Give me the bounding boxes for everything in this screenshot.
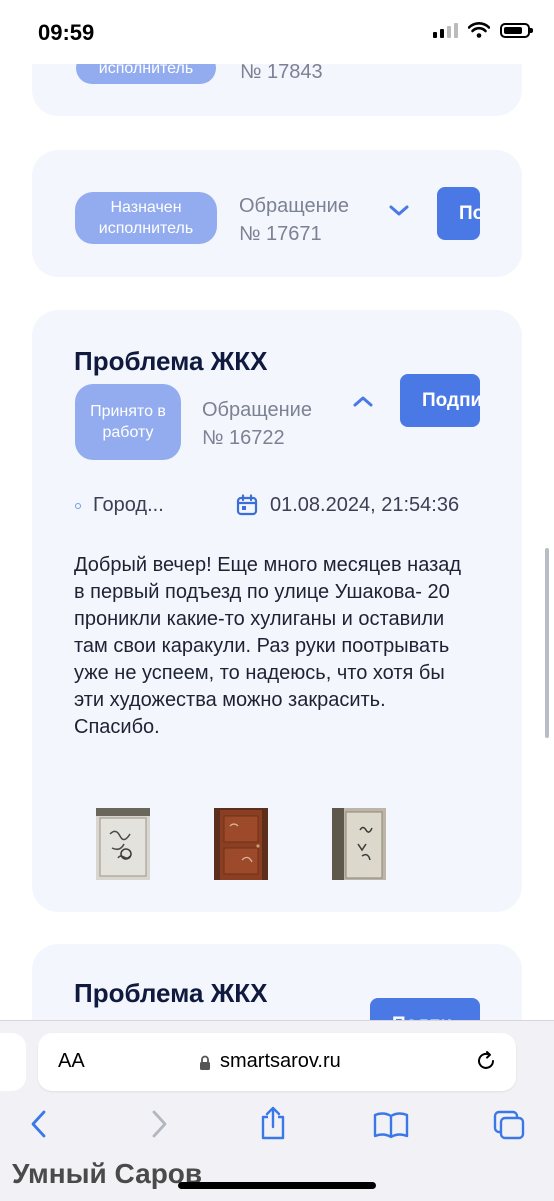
appeal-label-text: Обращение	[202, 399, 312, 421]
status-badge: Назначен исполнитель	[75, 192, 217, 244]
subscribe-button-label: Подпи	[422, 389, 480, 411]
previous-tab-preview[interactable]	[0, 1033, 26, 1091]
aa-label: AA	[58, 1050, 85, 1072]
subscribe-button-label: По	[459, 202, 480, 224]
date-text: 01.08.2024, 21:54:36	[270, 494, 460, 516]
url-text: smartsarov.ru	[220, 1050, 341, 1072]
status-badge: Принято в работу	[75, 384, 181, 460]
reader-settings-button[interactable]: AA	[58, 1050, 85, 1073]
status-badge-label: Принято в работу	[90, 403, 166, 441]
appeal-description: Добрый вечер! Еще много месяцев назад в …	[74, 554, 462, 738]
subscribe-button[interactable]: По	[437, 187, 480, 240]
scrollbar[interactable]	[545, 548, 549, 738]
appeal-card-17671[interactable]: Назначен исполнитель Обращение № 17671 П…	[32, 150, 522, 277]
reload-icon[interactable]	[474, 1049, 498, 1073]
chevron-up-icon[interactable]	[352, 394, 374, 408]
chevron-down-icon[interactable]	[388, 204, 410, 218]
app-name: Умный Саров	[12, 1158, 203, 1189]
share-icon[interactable]	[258, 1105, 288, 1141]
battery-icon	[500, 22, 533, 38]
status-time: 09:59	[38, 20, 95, 45]
bookmarks-icon[interactable]	[373, 1111, 409, 1139]
photo-thumbnail-2[interactable]	[214, 808, 268, 880]
lock-icon	[200, 1055, 210, 1070]
appeal-label: Обращение № 17671	[239, 192, 349, 248]
wifi-icon	[468, 22, 490, 38]
cellular-signal-icon	[433, 22, 458, 38]
subscribe-button[interactable]: Подпи	[400, 374, 480, 427]
status-icons	[433, 22, 533, 38]
appeal-label-text: Обращение	[239, 195, 349, 217]
status-bar: 09:59	[0, 0, 554, 64]
card-title: Проблема ЖКХ	[74, 346, 268, 376]
home-indicator	[178, 1182, 376, 1189]
back-icon[interactable]	[28, 1109, 50, 1139]
calendar-icon	[236, 494, 258, 516]
status-badge-label: Назначен исполнитель	[98, 199, 194, 237]
appeal-number: № 16722	[202, 427, 285, 449]
location-text: Город...	[93, 494, 164, 516]
location-icon	[75, 503, 81, 509]
appeal-card-16722[interactable]: Проблема ЖКХ Принято в работу Обращение …	[32, 310, 522, 912]
address-bar[interactable]: AA smartsarov.ru	[38, 1033, 516, 1091]
tabs-icon[interactable]	[492, 1109, 526, 1141]
appeal-label: Обращение № 16722	[202, 396, 312, 452]
card-title: Проблема ЖКХ	[74, 978, 268, 1008]
appeal-number: № 17671	[239, 223, 322, 245]
forward-icon[interactable]	[148, 1109, 170, 1139]
photo-thumbnail-3[interactable]	[332, 808, 386, 880]
photo-thumbnail-1[interactable]	[96, 808, 150, 880]
